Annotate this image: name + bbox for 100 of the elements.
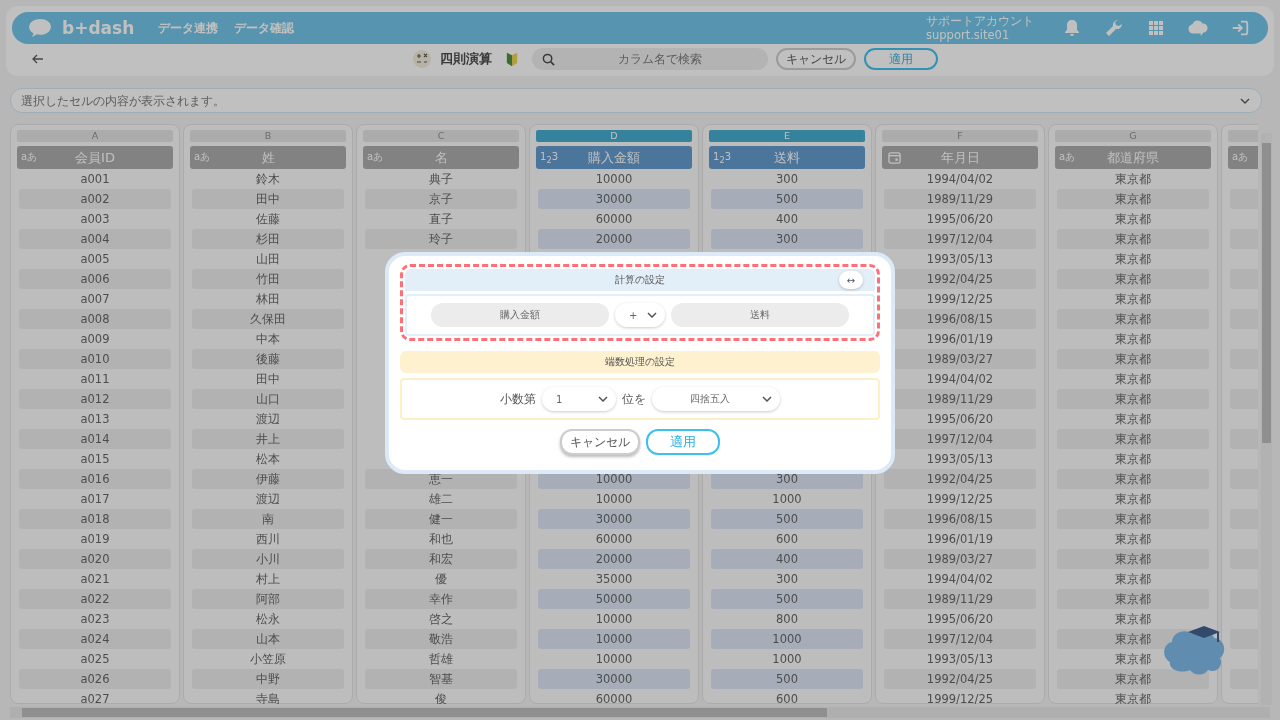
- table-cell-text: 村上: [255, 570, 281, 588]
- chevron-down-icon[interactable]: [1240, 98, 1250, 104]
- rounding-label: 位を: [622, 390, 646, 408]
- table-cell: a022: [19, 589, 171, 609]
- column-name: 名: [434, 148, 448, 167]
- table-cell-text: 1994/04/02: [925, 371, 995, 388]
- column-letter[interactable]: B: [190, 130, 346, 142]
- table-cell: 田中: [192, 189, 344, 209]
- toolbar-button[interactable]: キャンセル: [776, 48, 856, 70]
- table-cell-text: 東京都: [1114, 490, 1152, 508]
- table-cell: a002: [19, 189, 171, 209]
- table-cell-text: a015: [79, 451, 111, 468]
- table-cell: 京子: [365, 189, 517, 209]
- cloud-icon[interactable]: [1188, 18, 1208, 38]
- table-cell-text: 東京都: [1114, 370, 1152, 388]
- nav-link[interactable]: データ確認: [234, 19, 295, 37]
- column-letter[interactable]: A: [17, 130, 173, 142]
- table-cell: 東京都: [1057, 589, 1209, 609]
- table-cell: 東京都: [1057, 349, 1209, 369]
- table-cell: a010: [19, 349, 171, 369]
- table-cell: 1989/11/29: [884, 189, 1036, 209]
- column-letter[interactable]: E: [709, 130, 865, 142]
- search-field[interactable]: カラム名で検索: [532, 48, 768, 70]
- table-cell: a014: [19, 429, 171, 449]
- wrench-icon[interactable]: [1104, 18, 1124, 38]
- table-cell: 東京都: [1057, 269, 1209, 289]
- method-select[interactable]: 四捨五入: [652, 387, 780, 411]
- logo-text[interactable]: b+dash: [62, 18, 135, 38]
- table-cell-text: 東京都: [1114, 170, 1152, 188]
- sign-in-icon[interactable]: [1230, 18, 1250, 38]
- column-name: 年月日: [940, 148, 980, 167]
- table-cell: 杉田: [192, 229, 344, 249]
- table-cell: 東京都: [1057, 549, 1209, 569]
- table-cell-text: 東京都: [1114, 610, 1152, 628]
- table-cell: 玲子: [365, 229, 517, 249]
- table-cell: 500: [711, 589, 863, 609]
- table-cell: 1989/11/29: [884, 589, 1036, 609]
- table-cell-text: 1995/06/20: [925, 211, 995, 228]
- column-header[interactable]: 1$_{2}$3 購入金額: [536, 146, 692, 169]
- table-cell: 50000: [538, 589, 690, 609]
- column-name: 姓: [261, 148, 275, 167]
- grid-icon[interactable]: [1146, 18, 1166, 38]
- table-cell-text: 60000: [594, 531, 634, 548]
- table-cell-text: 1994/04/02: [925, 171, 995, 188]
- column-header[interactable]: 1$_{2}$3 送料: [709, 146, 865, 169]
- table-cell-text: 山田: [255, 250, 281, 268]
- column-name: 送料: [774, 148, 800, 167]
- beginner-mark-icon: [506, 51, 518, 67]
- column-header[interactable]: 年月日: [882, 146, 1038, 169]
- table-cell: 東京都: [1057, 389, 1209, 409]
- table-cell: 20000: [538, 229, 690, 249]
- column-letter[interactable]: D: [536, 130, 692, 142]
- table-cell-text: 10000: [594, 171, 634, 188]
- table-cell: a026: [19, 669, 171, 689]
- horizontal-scrollbar[interactable]: [10, 707, 1270, 718]
- account-name: サポートアカウント: [926, 14, 1034, 28]
- table-cell: 後藤: [192, 349, 344, 369]
- table-cell: 山口: [192, 389, 344, 409]
- table-cell: 東京都: [1057, 429, 1209, 449]
- table-cell-text: 1995/06/20: [925, 611, 995, 628]
- vertical-scrollbar[interactable]: [1261, 133, 1272, 705]
- table-cell: 500: [711, 669, 863, 689]
- chevron-down-icon: [647, 312, 657, 318]
- bell-icon[interactable]: [1062, 18, 1082, 38]
- table-cell: 東京都: [1057, 509, 1209, 529]
- table-cell: 和宏: [365, 549, 517, 569]
- table-cell: a006: [19, 269, 171, 289]
- table-cell-text: 1999/12/25: [925, 491, 995, 508]
- table-cell-text: 東京都: [1114, 330, 1152, 348]
- table-cell: a020: [19, 549, 171, 569]
- nav-link[interactable]: データ連携: [158, 19, 219, 37]
- column-name: 会員ID: [75, 148, 115, 167]
- digit-select[interactable]: 1: [542, 387, 616, 411]
- search-icon: [542, 53, 555, 66]
- dialog-button[interactable]: 適用: [646, 429, 720, 455]
- operator-select[interactable]: +: [615, 303, 665, 327]
- operand-chip[interactable]: 送料: [671, 303, 849, 327]
- swap-button[interactable]: ↔: [839, 271, 863, 289]
- table-cell-text: 10000: [594, 651, 634, 668]
- table-cell-text: 林田: [255, 290, 281, 308]
- back-arrow-icon[interactable]: [32, 54, 44, 64]
- table-cell-text: a001: [79, 171, 111, 188]
- operand-chip[interactable]: 購入金額: [431, 303, 609, 327]
- table-cell: 敬浩: [365, 629, 517, 649]
- dialog-button[interactable]: キャンセル: [560, 429, 640, 455]
- table-cell: 伊藤: [192, 469, 344, 489]
- table-cell-text: 東京都: [1114, 530, 1152, 548]
- table-cell-text: 寺島: [255, 690, 281, 704]
- cell-content-field[interactable]: 選択したセルの内容が表示されます。: [10, 88, 1262, 113]
- column-letter[interactable]: G: [1055, 130, 1211, 142]
- table-cell-text: 400: [775, 211, 799, 228]
- rounding-label: 小数第: [500, 390, 536, 408]
- table-cell-text: 佐藤: [255, 210, 281, 228]
- chevron-down-icon: [598, 396, 608, 402]
- table-cell: 小川: [192, 549, 344, 569]
- table-cell-text: a005: [79, 251, 111, 268]
- table-cell-text: 10000: [594, 611, 634, 628]
- tool-title: 四則演算: [440, 50, 492, 68]
- table-cell: 1997/12/04: [884, 629, 1036, 649]
- toolbar-button[interactable]: 適用: [864, 48, 938, 70]
